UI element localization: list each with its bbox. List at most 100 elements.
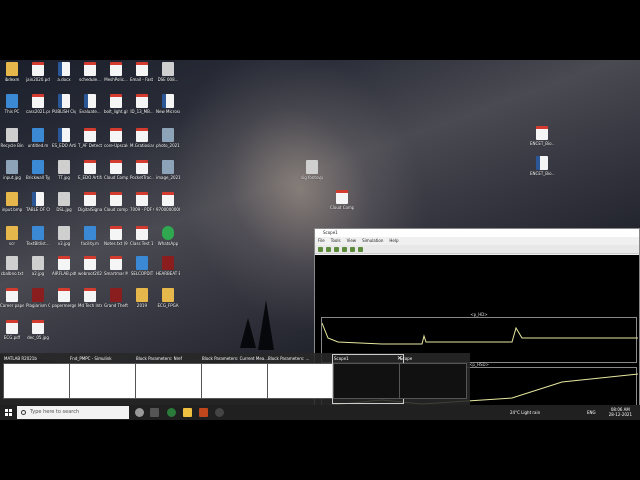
desktop-icon[interactable]: HEARBEAT ECG papers — [156, 256, 180, 286]
task-thumbnail[interactable]: Scope — [399, 355, 469, 403]
task-thumbnail[interactable]: MATLAB R2021b — [3, 355, 73, 403]
desktop-icon[interactable]: a2.jpg — [26, 256, 50, 286]
desktop-icon[interactable]: ECG_FPGA — [156, 288, 180, 318]
desktop-icon[interactable]: image_2021... — [156, 160, 180, 190]
desktop-icon[interactable]: core-Upscale... — [104, 128, 128, 158]
windows-start-icon[interactable] — [5, 409, 12, 416]
menu-simulation[interactable]: Simulation — [362, 237, 383, 245]
desktop-icon[interactable]: TT.jpg — [52, 160, 76, 190]
desktop-icon[interactable]: Career papers — [0, 288, 24, 318]
taskbar-search[interactable]: Type here to search — [17, 406, 129, 419]
chrome-icon[interactable] — [167, 408, 176, 417]
desktop-icon[interactable]: bolt_light.gif — [104, 94, 128, 124]
matlab-icon[interactable] — [199, 408, 208, 417]
weather-widget[interactable]: 24°C Light rain — [510, 405, 540, 420]
desktop-icon[interactable]: SELCOPDIT — [130, 256, 154, 286]
task-thumbnail[interactable]: Block Parameters: Nref — [135, 355, 205, 403]
desktop-icon[interactable]: E_EDO Artifacts... — [78, 160, 102, 190]
task-thumbnail[interactable]: Block Parameters: Current Mea... — [201, 355, 271, 403]
desktop-icon[interactable]: ENCET_Bio... Report.pdf — [530, 126, 554, 156]
menu-help[interactable]: Help — [389, 237, 398, 245]
desktop-icon[interactable]: This PC — [0, 94, 24, 124]
desktop-icon[interactable]: dec_05.jpg — [26, 320, 50, 350]
desktop-icon[interactable]: TextBitlist... — [26, 226, 50, 256]
desktop-icon[interactable]: schedule... — [78, 62, 102, 92]
pdf-file-icon — [6, 288, 18, 302]
desktop-icon[interactable]: ibdexm — [0, 62, 24, 92]
desktop-icon[interactable]: DSL.jpg — [52, 192, 76, 222]
desktop-icon[interactable]: Cloud computing — [104, 192, 128, 222]
autoscale-icon[interactable] — [358, 247, 363, 252]
app-file-icon — [6, 94, 18, 108]
pdf-file-icon — [84, 160, 96, 174]
desktop-icon[interactable]: scr — [0, 226, 24, 256]
desktop-icon[interactable]: cbalbno.txt — [0, 256, 24, 286]
desktop-icon-label: ENCET_Bio... Report.docx — [530, 171, 554, 176]
desktop-icon[interactable]: 7009 - PDF Cloud Co... — [130, 192, 154, 222]
menu-view[interactable]: View — [347, 237, 357, 245]
desktop-icon[interactable]: Notes.txt (95-R_Cis... — [104, 226, 128, 256]
zoom-icon[interactable] — [350, 247, 355, 252]
desktop-icon[interactable]: DigitalSignal Processing... — [78, 192, 102, 222]
desktop-icon[interactable]: Smartmar Manageme... — [104, 256, 128, 286]
desktop-icon[interactable]: Md Tech Interview.pdf — [78, 288, 102, 318]
desktop-icon[interactable]: Email - Fast have been ... — [130, 62, 154, 92]
word-file-icon — [536, 156, 548, 170]
desktop-icon[interactable]: PocketTrac... Electrical — [130, 160, 154, 190]
desktop-icon[interactable]: jain2020.pdf — [26, 62, 50, 92]
clock[interactable]: 08:06 AM 28-12-2021 — [609, 407, 632, 417]
desktop-icon[interactable]: cass2021.pdf — [26, 94, 50, 124]
desktop-icon[interactable]: ID_13_MB... — [130, 94, 154, 124]
desktop-icon[interactable]: Brickwall Typing Tool — [26, 160, 50, 190]
desktop-icon[interactable]: ES_EDO Artifacts... — [52, 128, 76, 158]
pdf-file-icon — [162, 192, 174, 206]
settings-icon[interactable] — [318, 247, 323, 252]
desktop-icon[interactable]: Class Test 1 - Cloud Co... — [130, 226, 154, 256]
app-file-icon — [136, 256, 148, 270]
step-icon[interactable] — [334, 247, 339, 252]
run-icon[interactable] — [326, 247, 331, 252]
desktop-icon[interactable]: a.docx — [52, 62, 76, 92]
cortana-icon[interactable] — [135, 408, 144, 417]
menu-file[interactable]: File — [318, 237, 325, 245]
task-thumbnail[interactable]: Fnd_PMPC - Simulink — [69, 355, 139, 403]
desktop-icon[interactable]: papermerge... — [52, 288, 76, 318]
app-icon[interactable] — [215, 408, 224, 417]
desktop-icon[interactable]: 9700000000... — [156, 192, 180, 222]
desktop-icon[interactable]: MeshPolic... — [104, 62, 128, 92]
desktop-icon[interactable]: webroot2021... — [78, 256, 102, 286]
desktop-icon[interactable]: Cloud Computing... — [104, 160, 128, 190]
desktop-icon[interactable]: input.jpg — [0, 160, 24, 190]
menu-tools[interactable]: Tools — [331, 237, 341, 245]
desktop-icon[interactable]: untitled.m — [26, 128, 50, 158]
wallpaper-tree — [240, 318, 256, 348]
desktop-icon[interactable]: WhatsApp — [156, 226, 180, 256]
desktop-icon[interactable]: sig fontsvp — [300, 160, 324, 190]
desktop-icon[interactable]: input.bmp — [0, 192, 24, 222]
language-indicator[interactable]: ENG — [587, 405, 596, 420]
desktop-icon[interactable]: facility.m — [78, 226, 102, 256]
desktop-icon[interactable]: Plagiarism Checker X — [26, 288, 50, 318]
desktop-icon[interactable]: v3.jpg — [52, 226, 76, 256]
task-thumbnail[interactable]: Scope1 ✕ — [332, 354, 404, 404]
desktop-icon[interactable]: ENCET_Bio... Report.docx — [530, 156, 554, 186]
desktop-icon-label: Class Test 1 - Cloud Co... — [130, 241, 154, 246]
desktop-icon[interactable]: photo_2021... — [156, 128, 180, 158]
desktop-icon[interactable]: AIRFLAB.pdf — [52, 256, 76, 286]
task-thumbnail[interactable]: Block Parameters: ... — [267, 355, 337, 403]
desktop-icon[interactable]: ECG.pdf — [0, 320, 24, 350]
desktop-icon[interactable]: TABLE OF CONTENTS... — [26, 192, 50, 222]
task-view-icon[interactable] — [150, 408, 159, 417]
desktop-icon[interactable]: DSE 008... — [156, 62, 180, 92]
stop-icon[interactable] — [342, 247, 347, 252]
desktop-icon[interactable]: T_AF Detection... — [78, 128, 102, 158]
file-explorer-icon[interactable] — [183, 408, 192, 417]
desktop-icon[interactable]: 2019 — [130, 288, 154, 318]
desktop-icon[interactable]: M.Gratiosian - Year MathMat... — [130, 128, 154, 158]
desktop-icon[interactable]: PUBLISH Ckpdf.pdf — [52, 94, 76, 124]
desktop-icon[interactable]: Recycle Bin — [0, 128, 24, 158]
desktop-icon[interactable]: Cloud Computin... — [330, 190, 354, 220]
desktop-icon[interactable]: Evaluate... — [78, 94, 102, 124]
desktop-icon[interactable]: Grand Theft Auto Vice City — [104, 288, 128, 318]
desktop-icon[interactable]: New Microsoft ... — [156, 94, 180, 124]
